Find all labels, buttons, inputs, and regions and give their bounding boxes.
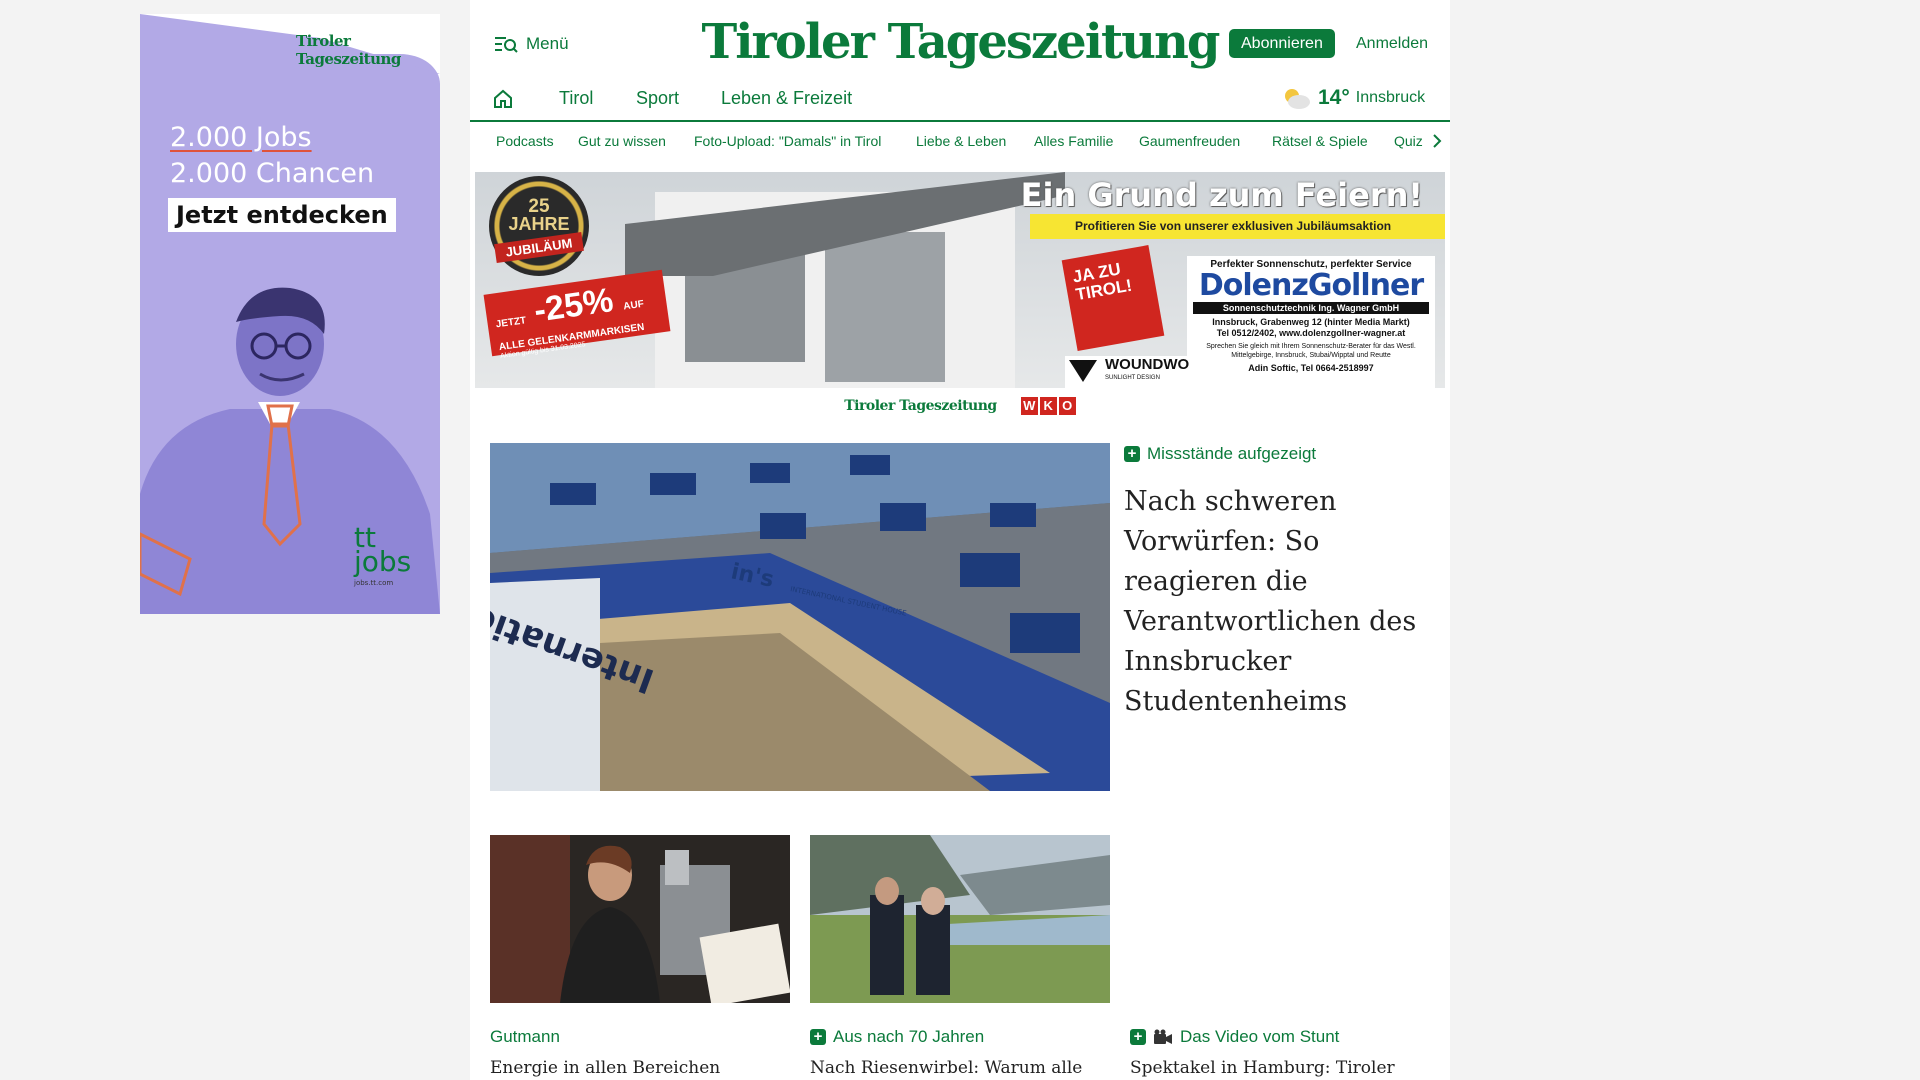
woundwo-logo: WOUNDWO SUNLIGHT DESIGN — [1065, 356, 1189, 388]
weather-widget[interactable]: 14° Innsbruck — [1280, 86, 1425, 110]
teaser-3-title[interactable]: Spektakel in Hamburg: Tiroler — [1130, 1058, 1430, 1078]
video-camera-icon — [1154, 1029, 1172, 1044]
teaser-1-topic-label: Gutmann — [490, 1027, 560, 1046]
ad-brand-logo: Tiroler Tageszeitung — [296, 32, 401, 68]
subnav-item-raetsel-spiele[interactable]: Rätsel & Spiele — [1272, 133, 1368, 149]
nav-item-tirol[interactable]: Tirol — [559, 88, 593, 109]
plus-icon: + — [1124, 446, 1140, 462]
chevron-right-icon[interactable] — [1432, 134, 1442, 153]
nav-item-sport[interactable]: Sport — [636, 88, 679, 109]
subnav-item-foto-upload[interactable]: Foto-Upload: "Damals" in Tirol — [694, 133, 881, 149]
login-link[interactable]: Anmelden — [1356, 35, 1428, 53]
ja-zu-tirol-badge: JA ZU TIROL! — [1061, 245, 1165, 351]
lead-article-image[interactable]: in's INTERNATIONAL STUDENT HOUSE Interna… — [490, 443, 1110, 791]
subnav-item-podcasts[interactable]: Podcasts — [496, 133, 554, 149]
subscribe-button[interactable]: Abonnieren — [1229, 29, 1335, 58]
subnav-item-gaumenfreuden[interactable]: Gaumenfreuden — [1139, 133, 1240, 149]
teaser-2-image[interactable] — [810, 835, 1110, 1003]
ad-headline-1: 2.000 Jobs — [170, 122, 312, 153]
subnav-item-gut-zu-wissen[interactable]: Gut zu wissen — [578, 133, 666, 149]
weather-temperature: 14° — [1318, 86, 1350, 109]
partly-cloudy-icon — [1285, 89, 1310, 109]
weather-city: Innsbruck — [1355, 89, 1426, 106]
teaser-1-title[interactable]: Energie in allen Bereichen — [490, 1058, 790, 1078]
side-ad-tt-jobs[interactable]: Tiroler Tageszeitung 2.000 Jobs 2.000 Ch… — [140, 14, 440, 614]
menu-label: Menü — [526, 34, 569, 53]
tt-jobs-logo: tt jobs jobs.tt.com — [354, 521, 412, 588]
anniversary-seal: 25 JAHRE JUBILÄUM — [489, 176, 589, 276]
main-nav: Tirol Sport Leben & Freizeit 14° Innsbru… — [470, 84, 1450, 122]
teaser-2-title[interactable]: Nach Riesenwirbel: Warum alle — [810, 1058, 1110, 1078]
tt-mini-logo: Tiroler Tageszeitung — [844, 398, 997, 414]
teaser-3-topic-label: Das Video vom Stunt — [1180, 1027, 1340, 1046]
subnav-item-liebe-leben[interactable]: Liebe & Leben — [916, 133, 1006, 149]
lead-topic-label: Missstände aufgezeigt — [1147, 444, 1317, 463]
sub-nav: Podcasts Gut zu wissen Foto-Upload: "Dam… — [470, 122, 1450, 162]
lead-article-topic[interactable]: + Missstände aufgezeigt — [1124, 444, 1316, 464]
nav-item-leben-freizeit[interactable]: Leben & Freizeit — [721, 88, 852, 109]
plus-icon: + — [810, 1029, 826, 1045]
lead-article-title[interactable]: Nach schweren Vorwürfen: So reagieren di… — [1124, 482, 1424, 722]
teaser-1-image[interactable] — [490, 835, 790, 1003]
teaser-1-topic[interactable]: Gutmann — [490, 1027, 560, 1047]
site-logo[interactable]: Tiroler Tageszeitung — [702, 12, 1221, 72]
plus-icon: + — [1130, 1029, 1146, 1045]
ad-cta-button[interactable]: Jetzt entdecken — [168, 198, 396, 232]
teaser-3-topic[interactable]: + Das Video vom Stunt — [1130, 1027, 1339, 1047]
banner-subline: Profitieren Sie von unserer exklusiven J… — [1030, 214, 1445, 239]
banner-ad[interactable]: 25 JAHRE JUBILÄUM JETZT -25% AUF ALLE GE… — [475, 172, 1445, 388]
main-column: Menü Tiroler Tageszeitung Abonnieren Anm… — [470, 0, 1450, 1080]
subnav-item-quiz[interactable]: Quiz — [1394, 133, 1423, 149]
subnav-item-alles-familie[interactable]: Alles Familie — [1034, 133, 1113, 149]
banner-headline: Ein Grund zum Feiern! — [1020, 176, 1423, 214]
ad-headline-2: 2.000 Chancen — [170, 158, 375, 189]
wko-logo: WKO — [1020, 397, 1076, 415]
banner-footer-logos: Tiroler Tageszeitung WKO — [475, 388, 1445, 424]
home-icon[interactable] — [492, 88, 514, 115]
menu-search-icon — [495, 37, 518, 53]
dolenz-gollner-info: Perfekter Sonnenschutz, perfekter Servic… — [1187, 256, 1435, 388]
site-logo-text: Tiroler Tageszeitung — [701, 14, 1221, 70]
teaser-2-topic-label: Aus nach 70 Jahren — [833, 1027, 985, 1046]
teaser-2-topic[interactable]: + Aus nach 70 Jahren — [810, 1027, 984, 1047]
menu-button[interactable]: Menü — [494, 34, 569, 54]
site-header: Menü Tiroler Tageszeitung Abonnieren Anm… — [470, 0, 1450, 122]
